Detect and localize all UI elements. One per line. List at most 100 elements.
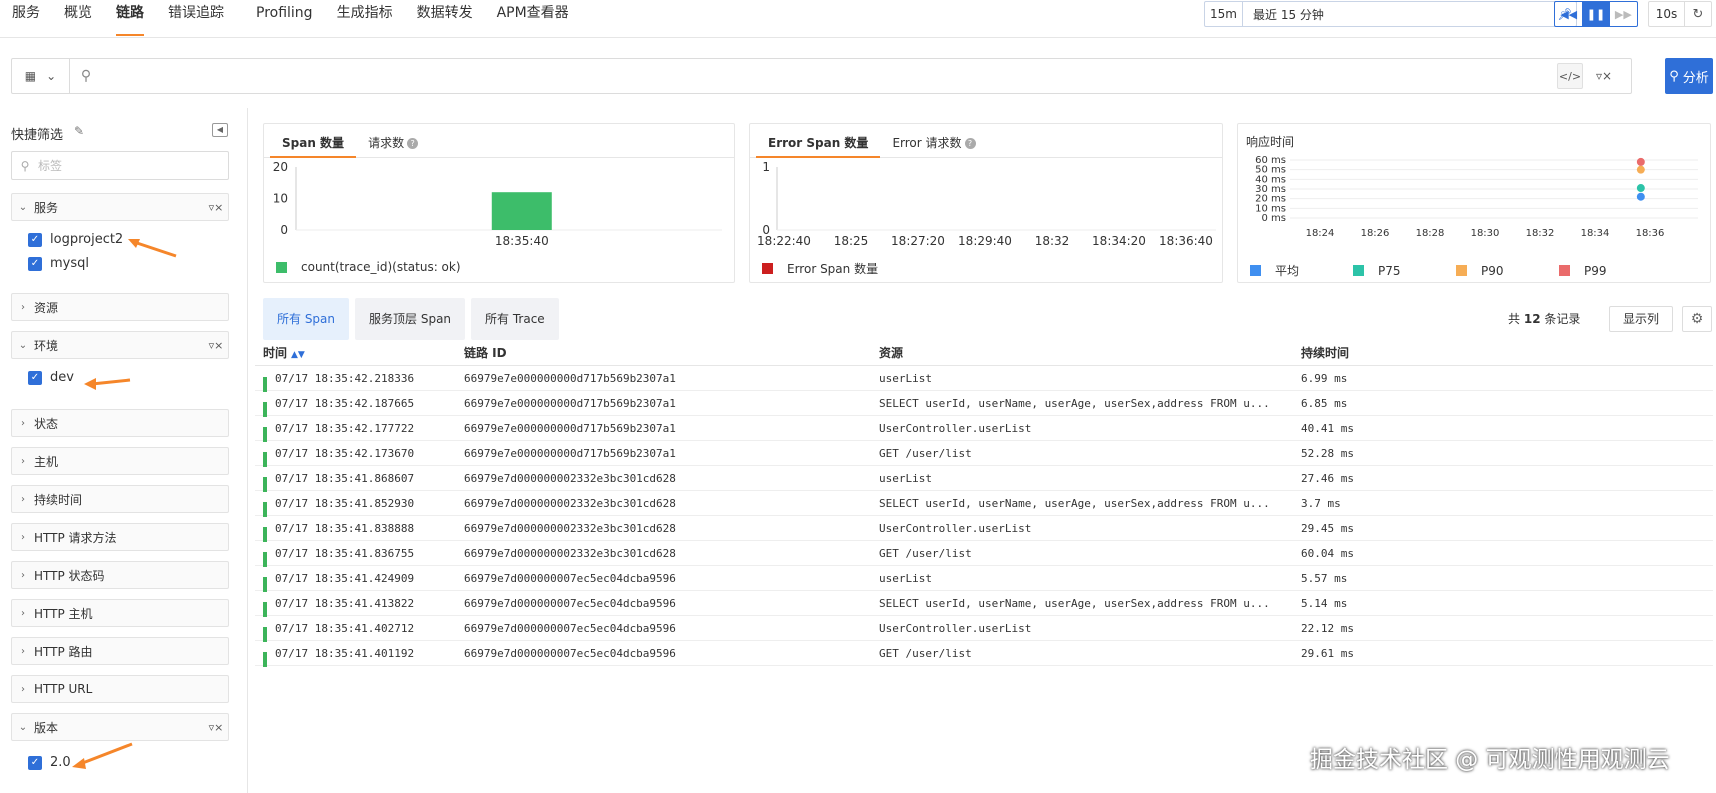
edit-icon[interactable]: ✎ (74, 124, 84, 138)
filter-group-resource[interactable]: › 资源 (11, 293, 229, 321)
forward-icon[interactable]: ▶▶ (1610, 2, 1637, 26)
filter-option[interactable]: ✓ mysql (28, 256, 89, 271)
filter-group-http-status[interactable]: › HTTP 状态码 (11, 561, 229, 589)
filter-clear-icon[interactable]: ▿× (204, 721, 228, 734)
cell-duration: 29.45 ms (1301, 521, 1354, 535)
legend-label: Error Span 数量 (787, 262, 879, 276)
point[interactable] (1636, 157, 1645, 166)
time-range-picker[interactable]: 15m 最近 15 分钟 📌︎ (1204, 1, 1577, 27)
help-icon[interactable]: ? (407, 138, 419, 149)
table-row[interactable]: 07/17 18:35:41.401192 66979e7d000000007ec… (255, 641, 1713, 667)
table-row[interactable]: 07/17 18:35:41.852930 66979e7d00000000233… (255, 491, 1713, 517)
table-row[interactable]: 07/17 18:35:41.838888 66979e7d00000000233… (255, 516, 1713, 542)
filter-group-version[interactable]: ⌄ 版本 ▿× (11, 713, 229, 741)
filter-group-duration[interactable]: › 持续时间 (11, 485, 229, 513)
display-columns-button[interactable]: 显示列 (1609, 306, 1673, 332)
tab-error-request-count[interactable]: Error 请求数? (880, 124, 987, 157)
table-row[interactable]: 07/17 18:35:42.177722 66979e7e000000000d7… (255, 416, 1713, 442)
filter-option[interactable]: ✓ 2.0 (28, 755, 71, 770)
response-time-chart: 60 ms50 ms40 ms30 ms20 ms10 ms0 ms18:24 1… (1255, 155, 1698, 239)
filter-group-http-url[interactable]: › HTTP URL (11, 675, 229, 703)
analyze-button[interactable]: ⚲ 分析 (1665, 58, 1713, 94)
sort-icon[interactable]: ▲▼ (291, 350, 305, 360)
refresh-control[interactable]: 10s ↻ (1648, 1, 1712, 27)
checkbox-checked-icon[interactable]: ✓ (28, 256, 42, 271)
x-tick-label: 18:36 (1636, 228, 1665, 239)
checkbox-checked-icon[interactable]: ✓ (28, 232, 42, 247)
point[interactable] (1636, 192, 1645, 201)
code-icon[interactable]: </> (1557, 63, 1583, 89)
point[interactable] (1636, 165, 1645, 174)
filter-group-label: HTTP 请求方法 (34, 530, 117, 545)
tab-request-count[interactable]: 请求数? (356, 124, 430, 157)
tab-span-count[interactable]: Span 数量 (270, 124, 357, 158)
filter-group-status[interactable]: › 状态 (11, 409, 229, 437)
filter-group-env[interactable]: ⌄ 环境 ▿× (11, 331, 229, 359)
table-row[interactable]: 07/17 18:35:42.218336 66979e7e000000000d7… (255, 366, 1713, 392)
filter-clear-icon[interactable]: ▿× (204, 201, 228, 214)
nav-tab[interactable]: 概览 (52, 0, 104, 38)
x-tick-label: 18:28 (1416, 228, 1445, 239)
table-row[interactable]: 07/17 18:35:41.402712 66979e7d000000007ec… (255, 616, 1713, 642)
legend-item[interactable]: count(trace_id)(status: ok) (276, 260, 461, 274)
checkbox-checked-icon[interactable]: ✓ (28, 755, 42, 770)
filter-group-http-host[interactable]: › HTTP 主机 (11, 599, 229, 627)
filter-option[interactable]: ✓ logproject2 (28, 232, 123, 247)
filter-clear-icon[interactable]: ▿× (204, 339, 228, 352)
pause-icon[interactable]: ❚❚ (1582, 2, 1610, 26)
nav-tab[interactable]: 数据转发 (405, 0, 485, 38)
filter-option[interactable]: ✓ dev (28, 370, 74, 385)
cell-trace-id: 66979e7e000000000d717b569b2307a1 (464, 446, 676, 460)
legend-item[interactable]: P99 (1559, 262, 1607, 279)
time-range-label[interactable]: 最近 15 分钟 (1243, 6, 1554, 23)
header-time[interactable]: 时间 ▲▼ (255, 344, 455, 361)
filter-group-http-method[interactable]: › HTTP 请求方法 (11, 523, 229, 551)
response-time-card: 响应时间 60 ms 50 ms 40 ms 30 ms 20 ms 10 ms 0 ms 1… (1237, 123, 1711, 283)
table-row[interactable]: 07/17 18:35:41.836755 66979e7d00000000233… (255, 541, 1713, 567)
table-row[interactable]: 07/17 18:35:42.187665 66979e7e000000000d7… (255, 391, 1713, 417)
table-row[interactable]: 07/17 18:35:41.424909 66979e7d000000007ec… (255, 566, 1713, 592)
cell-time-text: 07/17 18:35:41.838888 (275, 521, 415, 535)
filter-group-http-route[interactable]: › HTTP 路由 (11, 637, 229, 665)
chevron-right-icon: › (21, 645, 25, 657)
filter-group-host[interactable]: › 主机 (11, 447, 229, 475)
time-range-short[interactable]: 15m (1205, 2, 1243, 26)
nav-tab[interactable]: 服务 (0, 0, 52, 38)
span-tab[interactable]: 服务顶层 Span (355, 298, 466, 340)
point[interactable] (1636, 184, 1645, 193)
span-tab[interactable]: 所有 Trace (471, 298, 559, 340)
checkbox-checked-icon[interactable]: ✓ (28, 370, 42, 385)
tag-search-input[interactable]: ⚲ 标签 (11, 151, 229, 180)
nav-tab[interactable]: 错误追踪 (156, 0, 236, 38)
chevron-right-icon: › (21, 493, 25, 505)
refresh-interval[interactable]: 10s (1649, 2, 1685, 26)
nav-tab[interactable]: 链路 (104, 0, 156, 38)
table-row[interactable]: 07/17 18:35:42.173670 66979e7e000000000d7… (255, 441, 1713, 467)
legend-item[interactable]: P75 (1353, 262, 1446, 279)
cell-time-text: 07/17 18:35:41.852930 (275, 496, 415, 510)
filter-group-service[interactable]: ⌄ 服务 ▿× (11, 193, 229, 221)
nav-tab[interactable]: 生成指标 (325, 0, 405, 38)
help-icon[interactable]: ? (964, 138, 976, 149)
refresh-icon[interactable]: ↻ (1685, 7, 1711, 22)
bar[interactable] (491, 192, 552, 230)
tab-error-span-count[interactable]: Error Span 数量 (756, 124, 881, 158)
option-label: mysql (50, 256, 89, 271)
filter-clear-icon[interactable]: ▿× (1591, 63, 1617, 89)
legend-item[interactable]: 平均 (1250, 262, 1343, 279)
gear-icon[interactable]: ⚙ (1682, 306, 1712, 332)
table-row[interactable]: 07/17 18:35:41.868607 66979e7d00000000233… (255, 466, 1713, 492)
source-selector[interactable]: ▦ ⌄ (12, 59, 70, 93)
collapse-panel-icon[interactable]: ◀ (212, 123, 228, 137)
nav-tab[interactable]: Profiling (236, 0, 325, 38)
nav-tab[interactable]: APM查看器 (485, 0, 581, 38)
filter-group-label: 主机 (34, 454, 59, 469)
legend-item[interactable]: Error Span 数量 (762, 260, 878, 277)
span-tab[interactable]: 所有 Span (263, 298, 350, 340)
table-row[interactable]: 07/17 18:35:41.413822 66979e7d000000007ec… (255, 591, 1713, 617)
rewind-icon[interactable]: ◀◀ (1555, 2, 1582, 26)
cell-time: 07/17 18:35:41.413822 (255, 597, 455, 617)
legend-item[interactable]: P90 (1456, 262, 1549, 279)
search-input[interactable] (102, 59, 1557, 93)
x-tick-label: 18:25 (834, 234, 869, 248)
